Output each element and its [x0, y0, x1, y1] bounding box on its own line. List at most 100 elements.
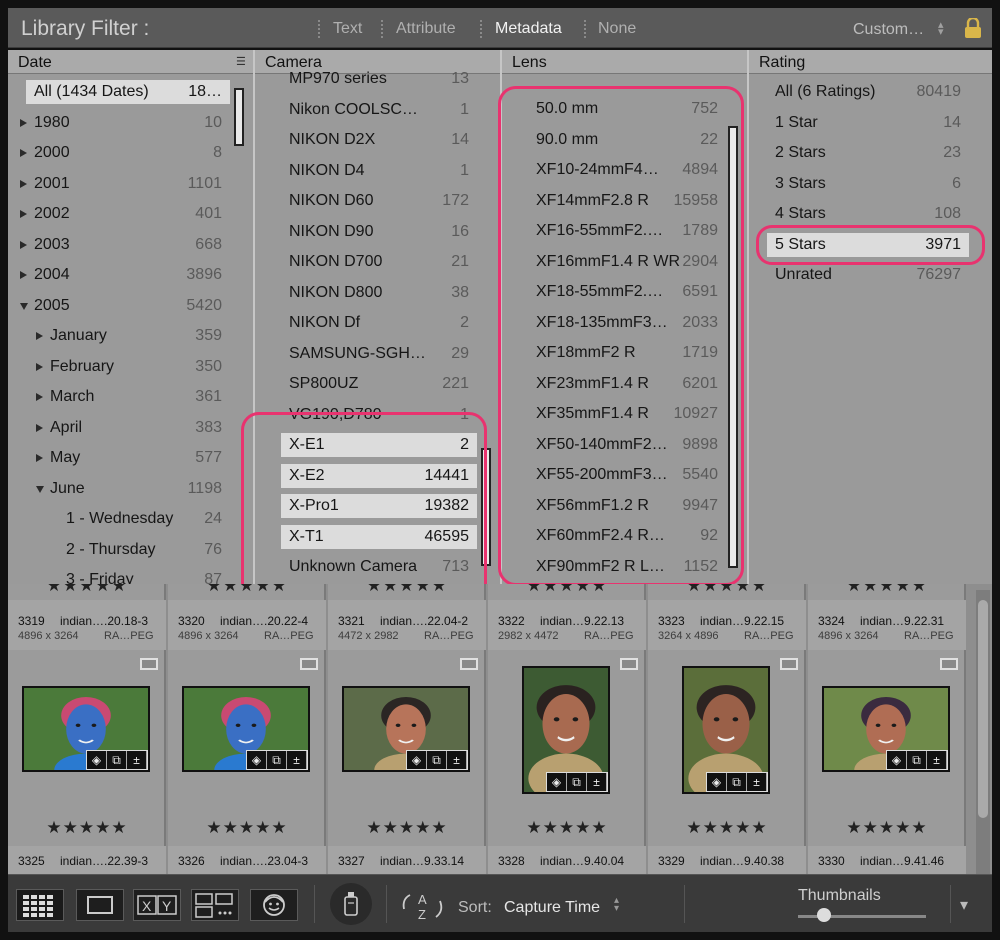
camera-list-item[interactable]: X-Pro1 19382 — [281, 494, 477, 518]
rating-stars[interactable]: ★★★★★ — [168, 584, 326, 596]
quick-collection-icon[interactable] — [620, 658, 638, 670]
painter-button[interactable] — [330, 883, 372, 925]
sort-select[interactable]: Capture Time — [504, 899, 600, 917]
keyword-tag-icon[interactable]: ◈ — [707, 773, 727, 791]
quick-collection-icon[interactable] — [300, 658, 318, 670]
lens-list-item[interactable]: XF56mmF1.2 R 9947 — [528, 494, 726, 518]
date-list-item[interactable]: April 383 — [8, 416, 230, 440]
disclosure-closed-icon[interactable] — [20, 118, 27, 127]
rating-stars[interactable]: ★★★★★ — [648, 584, 806, 596]
keyword-tag-icon[interactable]: ◈ — [887, 751, 907, 769]
date-list-item[interactable]: All (1434 Dates) 18… — [26, 80, 230, 104]
develop-adjust-icon[interactable]: ± — [587, 773, 607, 791]
tab-attribute[interactable]: Attribute — [396, 20, 456, 38]
lens-list-item[interactable]: XF10-24mmF4… 4894 — [528, 158, 726, 182]
date-list-item[interactable]: February 350 — [8, 355, 230, 379]
lens-list-item[interactable]: XF23mmF1.4 R 6201 — [528, 372, 726, 396]
quick-collection-icon[interactable] — [780, 658, 798, 670]
collection-icon[interactable]: ⧉ — [907, 751, 927, 769]
date-list-item[interactable]: 2004 3896 — [8, 263, 230, 287]
camera-list-item[interactable]: NIKON D700 21 — [281, 250, 477, 274]
rating-list-item[interactable]: 4 Stars 108 — [767, 202, 969, 226]
date-list-item[interactable]: 3 - Friday 87 — [8, 568, 230, 584]
date-list-item[interactable]: May 577 — [8, 446, 230, 470]
lens-list-item[interactable]: XF16mmF1.4 R WR 2904 — [528, 250, 726, 274]
lens-list-item[interactable]: XF16-55mmF2.… 1789 — [528, 219, 726, 243]
camera-list-item[interactable]: SP800UZ 221 — [281, 372, 477, 396]
collection-icon[interactable]: ⧉ — [107, 751, 127, 769]
rating-list-item[interactable]: 5 Stars 3971 — [767, 232, 969, 257]
camera-list-item[interactable]: VG190,D780 1 — [281, 403, 477, 427]
rating-list-item[interactable]: 2 Stars 23 — [767, 141, 969, 165]
develop-adjust-icon[interactable]: ± — [747, 773, 767, 791]
camera-list-item[interactable]: NIKON D60 172 — [281, 189, 477, 213]
camera-list-item[interactable]: X-T1 46595 — [281, 524, 477, 549]
sort-updown-icon[interactable]: ▴ ▾ — [614, 896, 619, 914]
lens-list-item[interactable]: XF18-135mmF3… 2033 — [528, 311, 726, 335]
disclosure-closed-icon[interactable] — [36, 393, 43, 401]
disclosure-open-icon[interactable] — [36, 485, 44, 493]
rating-stars[interactable]: ★★★★★ — [8, 584, 166, 596]
date-column-header[interactable]: Date — [8, 50, 253, 74]
rating-list-item[interactable]: 1 Star 14 — [767, 111, 969, 135]
tab-none[interactable]: None — [598, 20, 636, 38]
camera-list-item[interactable]: X-E2 14441 — [281, 463, 477, 488]
develop-adjust-icon[interactable]: ± — [447, 751, 467, 769]
grid-cell[interactable]: ★★★★★ 3320 indian….20.22-4 4896 x 3264 RA…PE… — [168, 584, 326, 874]
disclosure-closed-icon[interactable] — [36, 423, 43, 432]
date-list-item[interactable]: January 359 — [8, 324, 230, 348]
disclosure-open-icon[interactable] — [20, 302, 28, 310]
tab-text[interactable]: Text — [333, 20, 362, 38]
rating-stars[interactable]: ★★★★★ — [488, 818, 646, 838]
lens-list-item[interactable]: XF14mmF2.8 R 15958 — [528, 189, 726, 213]
preset-updown-icon[interactable]: ▴ ▾ — [938, 20, 944, 38]
disclosure-closed-icon[interactable] — [36, 362, 43, 371]
camera-list-item[interactable]: NIKON D90 16 — [281, 220, 477, 244]
lens-list-item[interactable]: XF60mmF2.4 R… 92 — [528, 524, 726, 548]
rating-stars[interactable]: ★★★★★ — [648, 818, 806, 838]
date-list-item[interactable]: 2005 5420 — [8, 294, 230, 318]
rating-list-item[interactable]: 3 Stars 6 — [767, 172, 969, 196]
keyword-tag-icon[interactable]: ◈ — [247, 751, 267, 769]
disclosure-closed-icon[interactable] — [20, 240, 27, 249]
survey-view-button[interactable] — [191, 889, 239, 921]
collection-icon[interactable]: ⧉ — [727, 773, 747, 791]
lens-scrollbar[interactable] — [728, 126, 738, 568]
rating-stars[interactable]: ★★★★★ — [8, 818, 166, 838]
lens-list-item[interactable]: XF18-55mmF2.… 6591 — [528, 280, 726, 304]
date-list-item[interactable]: 1 - Wednesday 24 — [8, 507, 230, 531]
camera-list-item[interactable]: X-E1 2 — [281, 433, 477, 457]
rating-list-item[interactable]: All (6 Ratings) 80419 — [767, 80, 969, 104]
disclosure-closed-icon[interactable] — [20, 210, 27, 218]
lens-list-item[interactable]: XF55-200mmF3… 5540 — [528, 463, 726, 487]
date-list-item[interactable]: 2001 1101 — [8, 172, 230, 196]
grid-view-button[interactable] — [16, 889, 64, 921]
date-list-item[interactable]: 2003 668 — [8, 233, 230, 257]
develop-adjust-icon[interactable]: ± — [927, 751, 947, 769]
disclosure-closed-icon[interactable] — [36, 332, 43, 340]
tab-metadata[interactable]: Metadata — [495, 20, 562, 38]
rating-stars[interactable]: ★★★★★ — [328, 584, 486, 596]
date-scrollbar[interactable] — [234, 88, 244, 146]
rating-stars[interactable]: ★★★★★ — [808, 818, 966, 838]
date-list-item[interactable]: March 361 — [8, 385, 230, 409]
camera-list-item[interactable]: NIKON D4 1 — [281, 159, 477, 183]
lock-icon[interactable] — [964, 18, 982, 38]
people-view-button[interactable] — [250, 889, 298, 921]
camera-scrollbar[interactable] — [481, 448, 491, 566]
keyword-tag-icon[interactable]: ◈ — [547, 773, 567, 791]
grid-cell[interactable]: ★★★★★ 3322 indian…9.22.13 2982 x 4472 RA…PEG… — [488, 584, 646, 874]
collection-icon[interactable]: ⧉ — [567, 773, 587, 791]
compare-view-button[interactable]: X Y — [133, 889, 181, 921]
disclosure-closed-icon[interactable] — [36, 454, 43, 462]
thumbnail-size-slider[interactable] — [817, 908, 831, 922]
develop-adjust-icon[interactable]: ± — [287, 751, 307, 769]
lens-column-header[interactable]: Lens — [502, 50, 747, 74]
rating-column-header[interactable]: Rating — [749, 50, 992, 74]
lens-list-item[interactable]: 90.0 mm 22 — [528, 128, 726, 152]
quick-collection-icon[interactable] — [140, 658, 158, 670]
column-options-icon[interactable]: ☰ — [236, 55, 246, 68]
rating-stars[interactable]: ★★★★★ — [808, 584, 966, 596]
sort-direction-icon[interactable]: A Z — [398, 889, 450, 923]
date-list-item[interactable]: 2000 8 — [8, 141, 230, 165]
